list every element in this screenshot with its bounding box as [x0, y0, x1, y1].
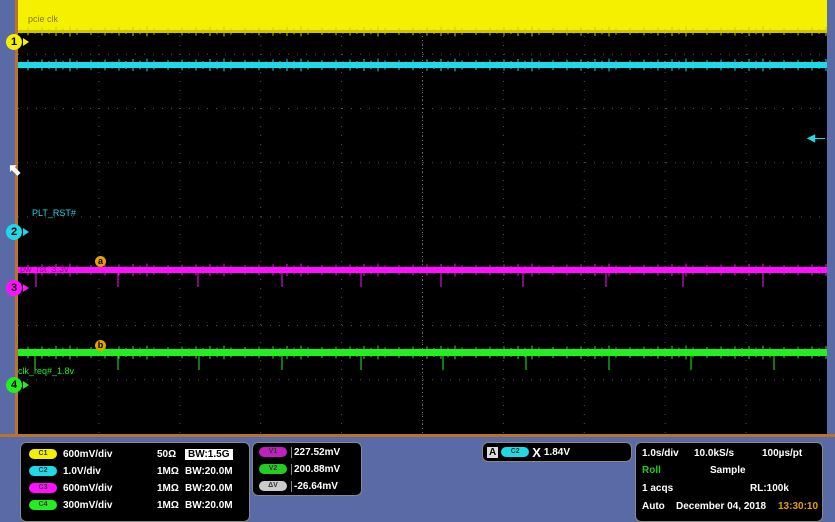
cursor-row: V1 227.52mV — [253, 444, 340, 460]
ch4-trace — [18, 349, 827, 356]
channel-scale: 600mV/div — [63, 448, 113, 460]
cursor-value: 227.52mV — [291, 446, 340, 458]
acq-mode: Roll — [642, 465, 661, 476]
channel-settings-panel[interactable]: C1 600mV/div 50Ω BW:1.5G C2 1.0V/div 1MΩ … — [20, 442, 250, 522]
graticule — [18, 0, 827, 434]
channel-badge: C3 — [29, 483, 57, 493]
cursor-b-marker[interactable]: b — [95, 340, 106, 351]
channel-bandwidth: BW:20.0M — [185, 465, 233, 477]
waveform-display[interactable]: pcie clk PLT_RST# pw_rst_3.3v clk_req#_1… — [15, 0, 827, 434]
acq-count: 1 acqs — [642, 483, 674, 494]
cursor-value: 200.88mV — [291, 463, 340, 475]
ch1-label: pcie clk — [28, 14, 59, 24]
channel-impedance: 1MΩ — [157, 482, 179, 494]
channel-row[interactable]: C1 600mV/div 50Ω BW:1.5G — [21, 446, 249, 462]
cursor-readout-panel: V1 227.52mV V2 200.88mV ΔV -26.64mV — [252, 442, 362, 496]
trigger-panel[interactable]: A C2 X 1.84V — [482, 442, 632, 462]
ch4-label: clk_req#_1.8v — [18, 366, 75, 376]
channel-scale: 1.0V/div — [63, 465, 101, 477]
channel-bandwidth: BW:20.0M — [185, 482, 233, 494]
record-length: RL:100k — [750, 483, 789, 494]
channel-row[interactable]: C4 300mV/div 1MΩ BW:20.0M — [21, 497, 249, 513]
ch1-marker[interactable]: 1 — [6, 34, 29, 50]
timebase: 1.0s/div — [642, 448, 679, 459]
ch2-label: PLT_RST# — [32, 208, 76, 218]
cursor-badge: V1 — [259, 447, 287, 457]
ch1-trace-edge — [18, 30, 827, 33]
cursor-a-marker[interactable]: a — [95, 256, 106, 267]
cursor-value: -26.64mV — [291, 480, 338, 492]
ch3-label: pw_rst_3.3v — [20, 264, 69, 274]
trigger-mode-label: Auto — [642, 501, 665, 512]
channel-badge: C4 — [29, 500, 57, 510]
channel-impedance: 1MΩ — [157, 499, 179, 511]
channel-badge: C2 — [29, 466, 57, 476]
channel-row[interactable]: C3 600mV/div 1MΩ BW:20.0M — [21, 480, 249, 496]
resolution: 100µs/pt — [762, 448, 803, 459]
cursor-badge: V2 — [259, 464, 287, 474]
sampling-mode: Sample — [710, 465, 746, 476]
trigger-mode: A — [487, 446, 499, 458]
channel-badge: C1 — [29, 449, 57, 459]
status-bar: C1 600mV/div 50Ω BW:1.5G C2 1.0V/div 1MΩ … — [0, 434, 835, 522]
channel-bandwidth: BW:20.0M — [185, 499, 233, 511]
trigger-level: 1.84V — [543, 446, 571, 458]
trigger-source: C2 — [501, 447, 530, 457]
date: December 04, 2018 — [676, 501, 767, 512]
channel-row[interactable]: C2 1.0V/div 1MΩ BW:20.0M — [21, 463, 249, 479]
channel-scale: 300mV/div — [63, 499, 113, 511]
ch1-trace — [18, 0, 827, 30]
acquisition-panel[interactable]: 1.0s/div 10.0kS/s 100µs/pt Roll Sample 1… — [635, 442, 823, 522]
ch2-trace — [18, 62, 827, 68]
ch2-marker[interactable]: 2 — [6, 224, 29, 240]
trigger-slope-icon: X — [532, 444, 541, 460]
ch4-marker[interactable]: 4 — [6, 377, 29, 393]
cursor-badge: ΔV — [259, 481, 287, 491]
left-strip — [0, 0, 15, 437]
mouse-pointer-icon: ⬉ — [8, 162, 22, 179]
ch3-marker[interactable]: 3 — [6, 280, 29, 296]
ch3-trace — [18, 267, 827, 273]
ch2-offscreen-arrow-icon: ◀— — [807, 133, 825, 144]
channel-bandwidth: BW:1.5G — [185, 448, 233, 460]
channel-scale: 600mV/div — [63, 482, 113, 494]
cursor-row: V2 200.88mV — [253, 461, 340, 477]
channel-impedance: 1MΩ — [157, 465, 179, 477]
time: 13:30:10 — [778, 501, 819, 512]
sample-rate: 10.0kS/s — [694, 448, 735, 459]
cursor-row: ΔV -26.64mV — [253, 478, 338, 494]
channel-impedance: 50Ω — [157, 448, 177, 460]
